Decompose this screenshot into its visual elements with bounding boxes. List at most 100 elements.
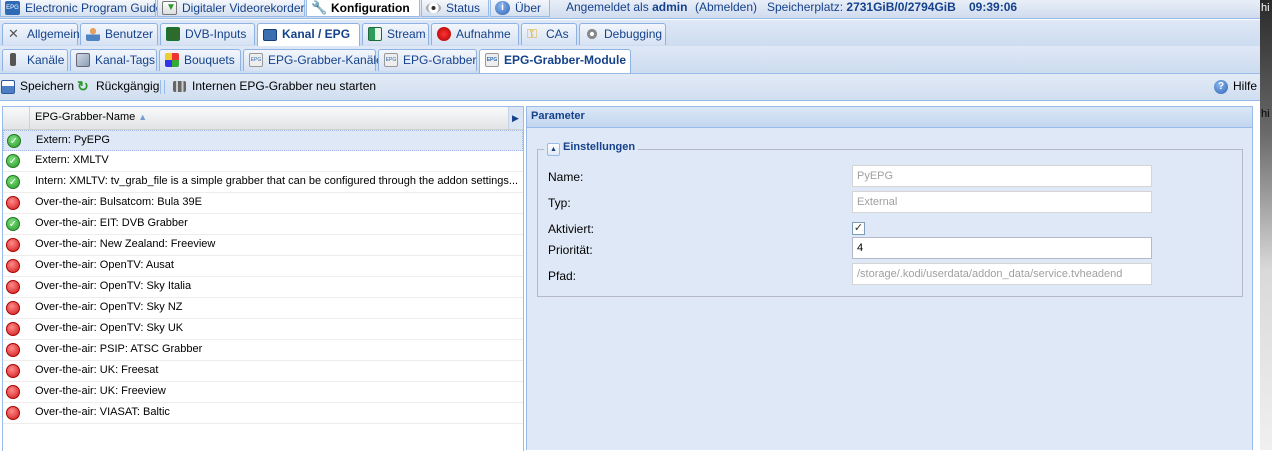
name-field[interactable] xyxy=(852,165,1152,187)
grabber-name: Over-the-air: Bulsatcom: Bula 39E xyxy=(35,196,202,208)
tab-epg-grabber[interactable]: EPG EPG-Grabber xyxy=(378,49,477,71)
grid-row[interactable]: Over-the-air: OpenTV: Sky NZ xyxy=(3,298,523,319)
column-header-name[interactable]: EPG-Grabber-Name ▲ xyxy=(35,111,147,123)
priority-field[interactable] xyxy=(852,237,1152,259)
disabled-status-icon xyxy=(6,196,20,210)
enabled-status-icon: ✓ xyxy=(6,175,20,189)
collapse-toggle-icon[interactable]: ▲ xyxy=(547,143,560,156)
tab-status[interactable]: Status xyxy=(421,0,489,17)
grabber-name: Over-the-air: EIT: DVB Grabber xyxy=(35,217,188,229)
tab-aufnahme[interactable]: Aufnahme xyxy=(431,23,519,45)
triangle-right-icon: ▶ xyxy=(512,113,519,123)
tab-label: Electronic Program Guide xyxy=(25,1,163,15)
panel-title: Parameter xyxy=(531,110,585,122)
grid-row[interactable]: Over-the-air: UK: Freeview xyxy=(3,382,523,403)
grabber-name: Over-the-air: OpenTV: Ausat xyxy=(35,259,174,271)
tab-label: EPG-Grabber-Module xyxy=(504,53,627,67)
tab-benutzer[interactable]: Benutzer xyxy=(80,23,158,45)
grid-row[interactable]: Over-the-air: UK: Freesat xyxy=(3,361,523,382)
grabber-name: Extern: XMLTV xyxy=(35,154,109,166)
grid-row[interactable]: ✓ Extern: XMLTV xyxy=(3,151,523,172)
wrench-icon: 🔧 xyxy=(311,0,328,15)
remote-icon xyxy=(10,53,16,66)
tab-dvb-inputs[interactable]: DVB-Inputs xyxy=(160,23,255,45)
users-icon xyxy=(86,27,100,41)
tab-label: CAs xyxy=(546,27,569,41)
undo-button[interactable]: ↻ Rückgängig xyxy=(76,78,159,96)
help-label: Hilfe xyxy=(1233,79,1258,93)
grabber-name: Over-the-air: OpenTV: Sky UK xyxy=(35,322,184,334)
restart-grabber-button[interactable]: Internen EPG-Grabber neu starten xyxy=(172,78,376,96)
grid-row[interactable]: ✓ Intern: XMLTV: tv_grab_file is a simple… xyxy=(3,172,523,193)
disabled-status-icon xyxy=(6,322,20,336)
enabled-checkbox[interactable]: ✓ xyxy=(852,222,865,235)
toolbar-separator xyxy=(160,80,161,94)
tab-digitaler-videorekorder[interactable]: ▼ Digitaler Videorekorder xyxy=(157,0,305,17)
path-label: Pfad: xyxy=(548,269,577,283)
record-icon xyxy=(437,27,451,41)
help-icon: ? xyxy=(1214,80,1228,94)
grid-row[interactable]: Over-the-air: OpenTV: Ausat xyxy=(3,256,523,277)
grid-row[interactable]: Over-the-air: New Zealand: Freeview xyxy=(3,235,523,256)
tab-label: Debugging xyxy=(604,27,663,41)
disabled-status-icon xyxy=(6,364,20,378)
parameter-panel: Parameter ▲Einstellungen Name: Typ: Akti… xyxy=(526,106,1253,450)
help-button[interactable]: ? Hilfe xyxy=(1213,78,1257,96)
tab-stream[interactable]: Stream xyxy=(362,23,429,45)
tab-label: Digitaler Videorekorder xyxy=(182,1,305,15)
tab-electronic-program-guide[interactable]: EPG Electronic Program Guide xyxy=(0,0,162,17)
grid-row[interactable]: Over-the-air: OpenTV: Sky Italia xyxy=(3,277,523,298)
tab-bouquets[interactable]: Bouquets xyxy=(159,49,241,71)
grid-row[interactable]: Over-the-air: Bulsatcom: Bula 39E xyxy=(3,193,523,214)
tab-label: EPG-Grabber-Kanäle xyxy=(268,53,383,67)
tab-kanaele[interactable]: Kanäle xyxy=(2,49,68,71)
fieldset-legend: ▲ Einstellungen xyxy=(544,141,639,156)
toolbar-separator xyxy=(164,80,165,94)
dvb-icon xyxy=(166,27,180,41)
checkmark-icon: ✓ xyxy=(853,222,864,234)
tab-epg-grabber-module[interactable]: EPG EPG-Grabber-Module xyxy=(479,49,631,73)
name-label: Name: xyxy=(548,170,584,184)
config-tab-bar: ✕ Allgemein Benutzer DVB-Inputs Kanal / … xyxy=(0,20,1260,47)
settings-fieldset: ▲Einstellungen Name: Typ: Aktiviert: ✓ P… xyxy=(537,141,1243,297)
grabber-name: Extern: PyEPG xyxy=(36,134,110,146)
tab-debugging[interactable]: Debugging xyxy=(579,23,666,45)
sub-tab-bar: Kanäle Kanal-Tags Bouquets EPG EPG-Grabb… xyxy=(0,46,1260,74)
grid-row[interactable]: ✓ Extern: PyEPG xyxy=(3,130,523,151)
enabled-status-icon: ✓ xyxy=(6,154,20,168)
tab-ueber[interactable]: i Über xyxy=(490,0,550,17)
info-icon: i xyxy=(495,1,510,15)
enabled-status-icon: ✓ xyxy=(7,134,21,148)
grabber-icon: EPG xyxy=(249,53,263,67)
logout-link[interactable]: (Abmelden) xyxy=(695,0,757,18)
grid-row[interactable]: Over-the-air: VIASAT: Baltic xyxy=(3,403,523,424)
tab-epg-grabber-kanaele[interactable]: EPG EPG-Grabber-Kanäle xyxy=(243,49,383,71)
grid-row[interactable]: Over-the-air: PSIP: ATSC Grabber xyxy=(3,340,523,361)
edge-text-middle: hi xyxy=(1261,108,1270,120)
parameter-panel-header: Parameter xyxy=(527,107,1252,128)
grid-icon xyxy=(165,53,179,67)
tab-cas[interactable]: ⚿ CAs xyxy=(521,23,577,45)
disabled-status-icon xyxy=(6,238,20,252)
grabber-name: Over-the-air: UK: Freesat xyxy=(35,364,159,376)
tab-label: EPG-Grabber xyxy=(403,53,477,67)
tab-allgemein[interactable]: ✕ Allgemein xyxy=(2,23,80,45)
tab-konfiguration[interactable]: 🔧 Konfiguration xyxy=(306,0,420,17)
grid-row[interactable]: ✓ Over-the-air: EIT: DVB Grabber xyxy=(3,214,523,235)
tab-kanal-epg[interactable]: Kanal / EPG xyxy=(257,23,360,47)
save-button[interactable]: Speichern xyxy=(0,78,74,96)
path-field[interactable] xyxy=(852,263,1152,285)
logged-in-label: Angemeldet als admin xyxy=(566,0,688,14)
tag-icon xyxy=(76,53,90,67)
top-tab-bar: EPG Electronic Program Guide ▼ Digitaler… xyxy=(0,0,1260,19)
sort-asc-icon: ▲ xyxy=(138,112,148,122)
grabber-icon: EPG xyxy=(485,53,499,67)
tab-label: Bouquets xyxy=(184,53,235,67)
grabber-name: Over-the-air: VIASAT: Baltic xyxy=(35,406,170,418)
grid-row[interactable]: Over-the-air: OpenTV: Sky UK xyxy=(3,319,523,340)
type-field[interactable] xyxy=(852,191,1152,213)
collapse-grid-button[interactable]: ▶ xyxy=(508,107,523,129)
tab-label: Kanal / EPG xyxy=(282,27,351,41)
tab-kanal-tags[interactable]: Kanal-Tags xyxy=(70,49,157,71)
type-label: Typ: xyxy=(548,196,571,210)
